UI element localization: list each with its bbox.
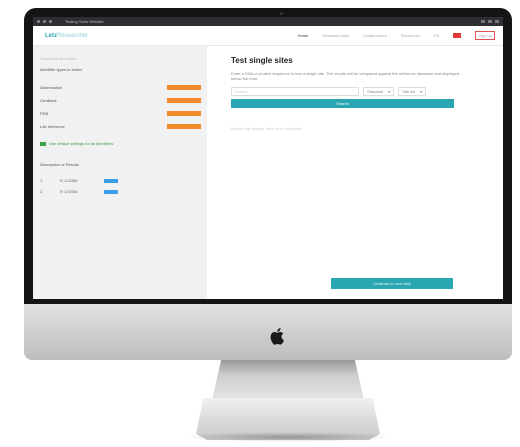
browser-toolbar: Testing Tools Website bbox=[33, 17, 503, 26]
nav-collaborators[interactable]: Collaborators bbox=[363, 33, 387, 38]
main-content: Test single sites Enter a DNA or protein… bbox=[207, 46, 503, 299]
checkbox-label: Use default settings for all identifiers bbox=[49, 141, 114, 146]
orange-selector[interactable] bbox=[167, 98, 201, 103]
apple-logo-icon bbox=[270, 326, 286, 351]
brand-suffix: Researcher bbox=[57, 32, 89, 39]
site-navbar: LetzResearcher Home Research tools Colla… bbox=[33, 26, 503, 46]
nav-language[interactable]: EN bbox=[434, 33, 440, 38]
checkbox-icon[interactable] bbox=[40, 141, 46, 146]
nav-home[interactable]: Home bbox=[298, 33, 309, 38]
default-settings-checkbox[interactable]: Use default settings for all identifiers bbox=[40, 141, 201, 146]
maximize-window-icon[interactable] bbox=[49, 20, 52, 23]
blue-tag[interactable] bbox=[104, 189, 118, 194]
bookmark-icon[interactable] bbox=[488, 20, 492, 23]
extension-icon[interactable] bbox=[481, 20, 485, 23]
sidebar-row: Lab reference bbox=[40, 120, 201, 133]
page-title: Test single sites bbox=[231, 56, 293, 65]
chevron-down-icon: ▾ bbox=[420, 89, 423, 94]
sidebar-row-label: GenBank bbox=[40, 98, 57, 103]
minimize-window-icon[interactable] bbox=[43, 20, 46, 23]
browser-controls bbox=[481, 20, 499, 23]
sidebar-header: Sequence identifiers bbox=[40, 56, 77, 61]
sidebar-subheader: Identifier types to select bbox=[40, 67, 83, 72]
search-form-row: Search Standard ▾ Site list ▾ bbox=[231, 87, 493, 96]
screen: Testing Tools Website LetzResearcher Hom… bbox=[33, 17, 503, 299]
imac-mockup: Testing Tools Website LetzResearcher Hom… bbox=[0, 0, 520, 447]
chevron-down-icon: ▾ bbox=[388, 89, 391, 94]
item-value: R 123456 bbox=[60, 178, 78, 183]
site-select[interactable]: Site list ▾ bbox=[398, 87, 427, 96]
monitor-neck bbox=[212, 360, 364, 400]
item-number: 2. bbox=[40, 189, 44, 194]
continue-button[interactable]: Continue to next step bbox=[331, 278, 453, 289]
menu-icon[interactable] bbox=[495, 20, 499, 23]
blue-tag[interactable] bbox=[104, 178, 118, 183]
list-item: 2. R 123456 bbox=[40, 186, 201, 197]
results-note: Results will appear here once searched bbox=[231, 126, 302, 131]
brand-name: Letz bbox=[45, 32, 57, 39]
main-nav: Home Research tools Collaborators Resour… bbox=[298, 31, 495, 40]
signup-button[interactable]: Sign up bbox=[475, 31, 495, 40]
camera-icon bbox=[280, 12, 283, 15]
browser-tab-title[interactable]: Testing Tools Website bbox=[65, 19, 104, 24]
list-item: 1. R 123456 bbox=[40, 175, 201, 186]
sidebar-row: Abbreviation bbox=[40, 81, 201, 94]
stand-shadow bbox=[180, 432, 396, 442]
flag-icon[interactable] bbox=[453, 33, 462, 38]
type-select-value: Standard bbox=[367, 89, 384, 94]
orange-selector[interactable] bbox=[167, 85, 201, 90]
sidebar-row: GenBank bbox=[40, 94, 201, 107]
sidebar-section-title: Description of Results bbox=[40, 162, 79, 167]
sidebar: Sequence identifiers Identifier types to… bbox=[33, 46, 207, 299]
search-button[interactable]: Search bbox=[231, 99, 454, 108]
monitor-chin bbox=[24, 304, 512, 360]
page-description: Enter a DNA or protein sequence to test … bbox=[231, 71, 460, 81]
item-value: R 123456 bbox=[60, 189, 78, 194]
orange-selector[interactable] bbox=[167, 124, 201, 129]
nav-resources[interactable]: Resources bbox=[401, 33, 420, 38]
search-input[interactable]: Search bbox=[231, 87, 359, 96]
site-select-value: Site list bbox=[402, 89, 416, 94]
sidebar-row-label: Lab reference bbox=[40, 124, 65, 129]
item-number: 1. bbox=[40, 178, 44, 183]
site-logo[interactable]: LetzResearcher bbox=[45, 33, 88, 39]
orange-selector[interactable] bbox=[167, 111, 201, 116]
sidebar-row: PDB bbox=[40, 107, 201, 120]
close-window-icon[interactable] bbox=[37, 20, 40, 23]
nav-research-tools[interactable]: Research tools bbox=[322, 33, 349, 38]
type-select[interactable]: Standard ▾ bbox=[363, 87, 395, 96]
page-body: Sequence identifiers Identifier types to… bbox=[33, 46, 503, 299]
sidebar-row-label: Abbreviation bbox=[40, 85, 63, 90]
sidebar-row-label: PDB bbox=[40, 111, 49, 116]
